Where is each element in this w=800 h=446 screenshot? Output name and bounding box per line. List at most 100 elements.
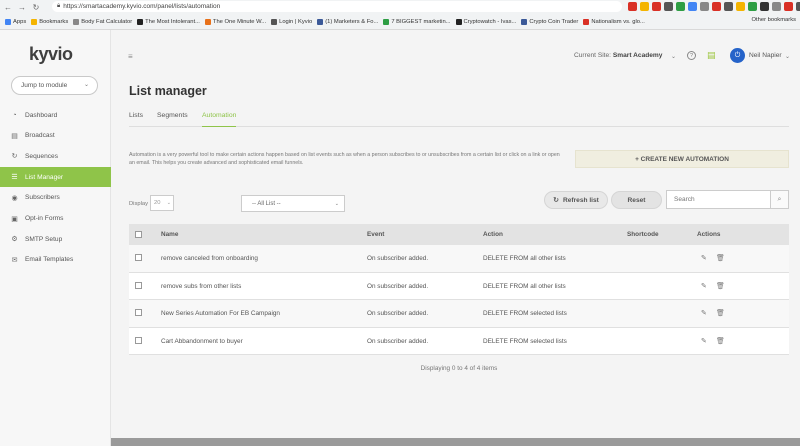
extension-icon[interactable] <box>736 2 745 11</box>
chevron-down-icon: ⌄ <box>83 82 89 88</box>
trash-icon[interactable]: 🗑︎ <box>716 309 725 317</box>
trash-icon[interactable]: 🗑︎ <box>716 254 725 262</box>
tab-lists[interactable]: Lists <box>129 112 143 127</box>
bookmark-item[interactable]: Login | Kyvio <box>271 19 312 25</box>
select-all-checkbox[interactable] <box>135 231 142 238</box>
sidebar-item-label: Dashboard <box>25 111 58 119</box>
hamburger-icon[interactable]: ≡ <box>128 52 133 61</box>
extension-icon[interactable] <box>748 2 757 11</box>
trash-icon[interactable]: 🗑︎ <box>716 282 725 290</box>
action-cell: DELETE FROM selected lists <box>483 310 567 317</box>
bookmark-favicon-icon <box>5 19 11 25</box>
bookmark-item[interactable]: Crypto Coin Trader <box>521 19 578 25</box>
reset-button[interactable]: Reset <box>611 191 662 209</box>
bookmark-label: Body Fat Calculator <box>81 19 133 25</box>
display-label: Display <box>129 201 149 207</box>
edit-icon[interactable]: ✎ <box>701 282 707 290</box>
kyvio-logo[interactable]: kyvio <box>29 44 73 65</box>
list-filter-select[interactable]: -- All List -- ⌄ <box>241 195 345 212</box>
bookmark-item[interactable]: Cryptowatch - Ivas... <box>455 19 516 25</box>
column-header-event[interactable]: Event <box>367 231 384 238</box>
back-icon[interactable]: ← <box>2 1 14 13</box>
sidebar-item-opt-in-forms[interactable]: ▣ Opt-in Forms <box>0 209 111 229</box>
automation-description: Automation is a very powerful tool to ma… <box>129 152 560 166</box>
bookmark-label: Login | Kyvio <box>279 19 313 25</box>
extension-icon[interactable] <box>724 2 733 11</box>
extension-icon[interactable] <box>664 2 673 11</box>
trash-icon[interactable]: 🗑︎ <box>716 337 725 345</box>
extension-icon[interactable] <box>676 2 685 11</box>
create-new-automation-button[interactable]: + CREATE NEW AUTOMATION <box>575 150 789 168</box>
sidebar-item-label: Sequences <box>25 152 58 160</box>
extension-icon[interactable] <box>760 2 769 11</box>
search-input[interactable] <box>666 190 771 209</box>
row-checkbox[interactable] <box>135 309 142 316</box>
sidebar-item-sequences[interactable]: ↻ Sequences <box>0 146 111 166</box>
table-row[interactable]: Cart Abbandonment to buyer On subscriber … <box>129 327 789 355</box>
address-bar[interactable]: 🔒︎ https://smartacademy.kyvio.com/panel/… <box>52 1 622 12</box>
user-name[interactable]: Neil Napier <box>749 52 782 59</box>
edit-icon[interactable]: ✎ <box>701 254 707 262</box>
sidebar-item-dashboard[interactable]: ◔ Dashboard <box>0 105 111 125</box>
sidebar-item-broadcast[interactable]: ▤ Broadcast <box>0 126 111 146</box>
bookmark-item[interactable]: Apps <box>5 19 26 25</box>
action-cell: DELETE FROM all other lists <box>483 282 566 290</box>
bookmark-item[interactable]: The Most Intolerant... <box>137 19 200 25</box>
forward-icon[interactable]: → <box>16 1 28 13</box>
bookmark-item[interactable]: Nationalism vs. glo... <box>583 19 645 25</box>
table-row[interactable]: remove subs from other lists On subscribe… <box>129 272 789 300</box>
table-body: remove canceled from onboarding On subscr… <box>129 245 789 355</box>
extension-icon[interactable] <box>784 2 793 11</box>
sidebar-item-smtp-setup[interactable]: ⚙ SMTP Setup <box>0 229 111 249</box>
extension-icon[interactable] <box>796 2 800 11</box>
extension-icon[interactable] <box>700 2 709 11</box>
jump-to-module-select[interactable]: Jump to module ⌄ <box>11 76 98 95</box>
extension-icon[interactable] <box>652 2 661 11</box>
extension-icon[interactable] <box>772 2 781 11</box>
address-row: ← → ↻ 🔒︎ https://smartacademy.kyvio.com/… <box>0 0 800 14</box>
bookmark-item[interactable]: 7 BIGGEST marketin... <box>383 19 451 25</box>
sidebar-item-email-templates[interactable]: ✉ Email Templates <box>0 250 111 270</box>
row-checkbox[interactable] <box>135 336 142 344</box>
other-bookmarks[interactable]: Other bookmarks <box>752 17 796 23</box>
list-filter-value: -- All List -- <box>252 200 281 207</box>
table-row[interactable]: remove canceled from onboarding On subscr… <box>129 245 789 273</box>
chevron-down-icon[interactable]: ⌄ <box>671 53 676 60</box>
bookmark-label: (1) Marketers & Fo... <box>325 19 379 25</box>
column-header-action[interactable]: Action <box>483 231 503 238</box>
search-icon[interactable]: ⌕ <box>770 190 789 209</box>
display-count-select[interactable]: 20 ⌄ <box>150 195 174 211</box>
row-checkbox[interactable] <box>135 254 142 261</box>
refresh-list-button[interactable]: ↻ Refresh list <box>544 191 608 209</box>
edit-icon[interactable]: ✎ <box>701 337 707 345</box>
avatar[interactable]: ⏻ <box>730 48 745 63</box>
bookmark-item[interactable]: (1) Marketers & Fo... <box>317 19 378 25</box>
tab-automation[interactable]: Automation <box>202 112 237 127</box>
help-icon[interactable]: ? <box>687 51 696 60</box>
extension-icon[interactable] <box>688 2 697 11</box>
bookmark-favicon-icon <box>583 19 590 25</box>
tab-segments[interactable]: Segments <box>157 112 188 127</box>
sidebar-item-list-manager[interactable]: ☰ List Manager <box>0 167 111 188</box>
bookmark-item[interactable]: Body Fat Calculator <box>73 19 132 25</box>
table-row[interactable]: New Series Automation For EB Campaign On … <box>129 300 789 328</box>
sidebar-item-subscribers[interactable]: ◉ Subscribers <box>0 188 111 208</box>
column-header-name[interactable]: Name <box>161 231 178 238</box>
extension-icon[interactable] <box>628 2 637 11</box>
current-site-label[interactable]: Current Site: Smart Academy <box>574 52 662 59</box>
bookmark-item[interactable]: Bookmarks <box>31 19 68 25</box>
extension-icon[interactable] <box>640 2 649 11</box>
refresh-label: Refresh list <box>562 196 599 204</box>
bookmark-favicon-icon <box>521 19 528 25</box>
chevron-down-icon[interactable]: ⌄ <box>785 53 790 60</box>
footer-bar <box>111 438 800 446</box>
row-checkbox[interactable] <box>135 281 142 289</box>
logo-text: kyvio <box>29 44 73 64</box>
table-header: Name Event Action Shortcode Actions <box>129 224 789 245</box>
envelope-icon: ✉ <box>11 256 18 264</box>
bookmark-item[interactable]: The One Minute W... <box>204 19 266 25</box>
reload-icon[interactable]: ↻ <box>30 1 42 13</box>
chat-icon[interactable]: ▤ <box>707 50 716 61</box>
edit-icon[interactable]: ✎ <box>701 309 707 317</box>
extension-icon[interactable] <box>712 2 721 11</box>
